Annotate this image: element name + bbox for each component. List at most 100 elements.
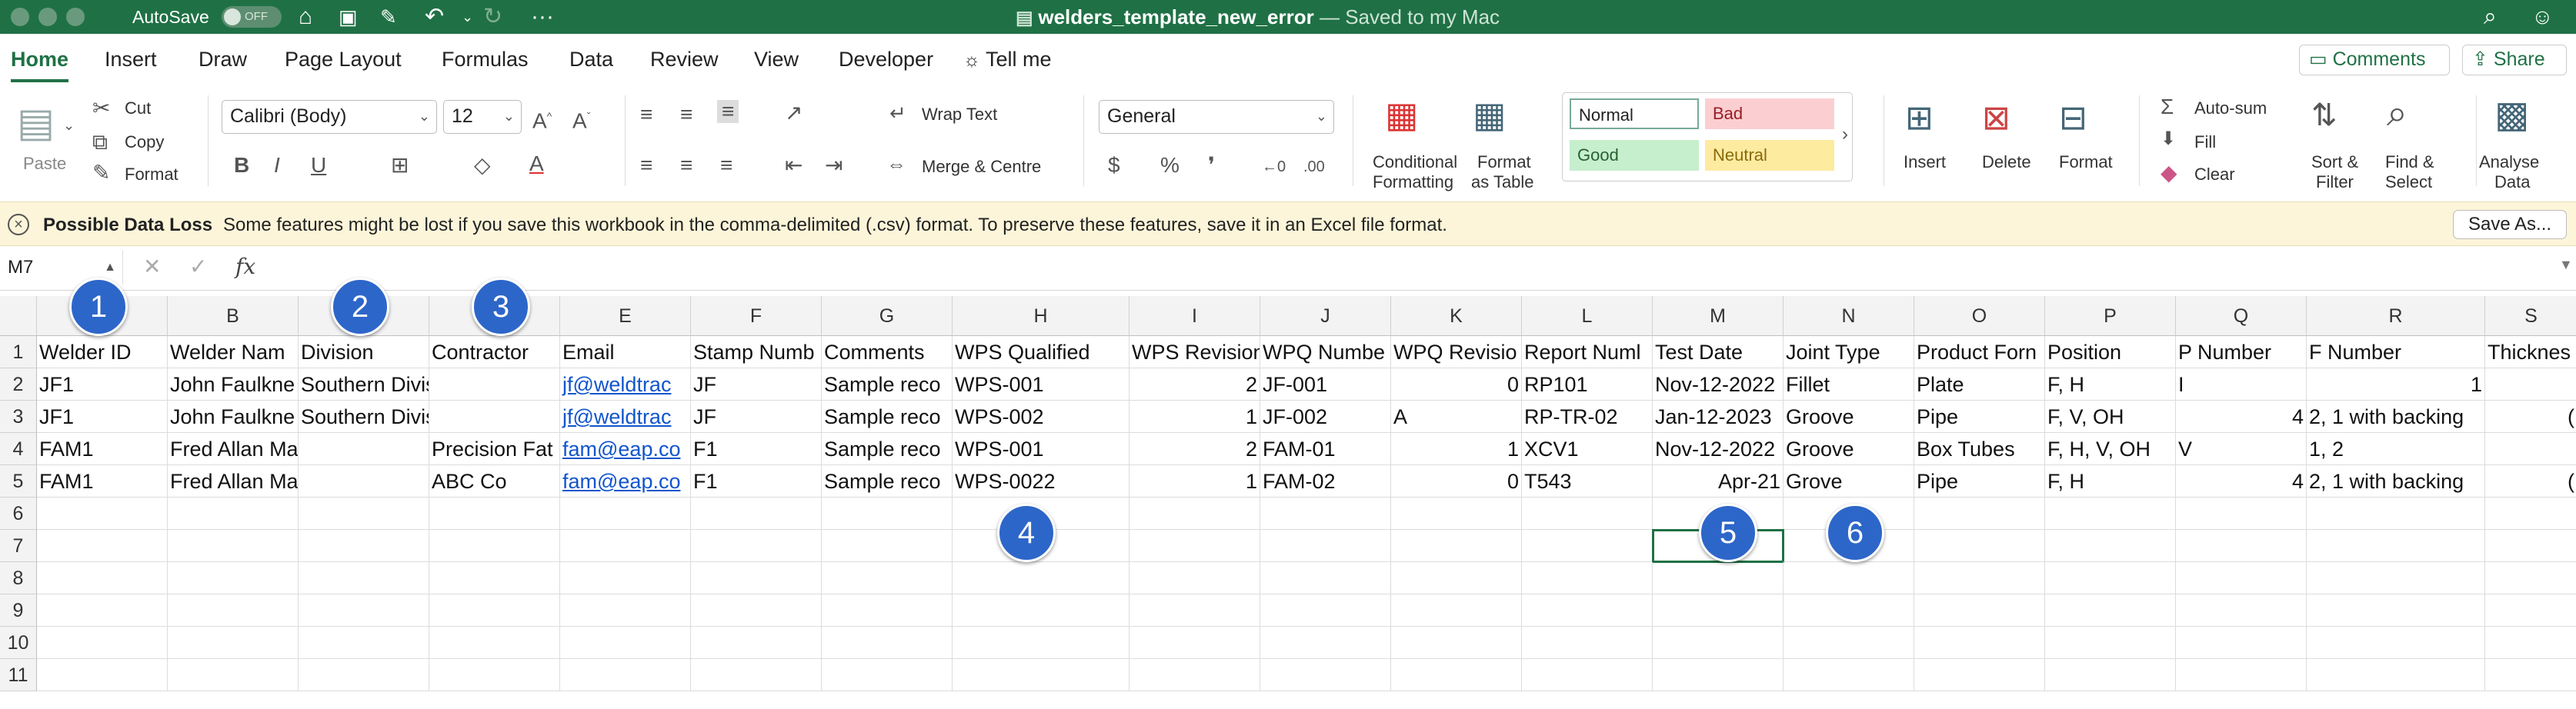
column-header-k[interactable]: K <box>1391 296 1522 336</box>
style-bad[interactable]: Bad <box>1705 98 1834 129</box>
align-right-icon[interactable]: ≡ <box>720 154 732 177</box>
cell-f7[interactable] <box>691 530 822 562</box>
cell-m10[interactable] <box>1653 627 1784 659</box>
cell-p2[interactable]: F, H <box>2045 368 2176 401</box>
row-header-9[interactable]: 9 <box>0 594 37 627</box>
home-icon[interactable]: ⌂ <box>299 2 312 32</box>
cell-q6[interactable] <box>2176 498 2307 530</box>
cell-e2[interactable]: jf@weldtrac <box>560 368 691 401</box>
cell-b8[interactable] <box>168 562 299 594</box>
cell-d2[interactable] <box>429 368 560 401</box>
column-header-g[interactable]: G <box>822 296 953 336</box>
cell-a1[interactable]: Welder ID <box>37 336 168 368</box>
cell-l10[interactable] <box>1522 627 1653 659</box>
cell-o5[interactable]: Pipe <box>1914 465 2045 498</box>
cell-j3[interactable]: JF-002 <box>1260 401 1391 433</box>
wrap-text-button[interactable]: Wrap Text <box>922 105 997 125</box>
cell-d5[interactable]: ABC Co <box>429 465 560 498</box>
cell-b2[interactable]: John Faulkne <box>168 368 299 401</box>
cell-r8[interactable] <box>2307 562 2485 594</box>
cell-a11[interactable] <box>37 659 168 691</box>
cell-n1[interactable]: Joint Type <box>1784 336 1914 368</box>
tab-insert[interactable]: Insert <box>105 48 157 72</box>
cell-j11[interactable] <box>1260 659 1391 691</box>
style-neutral[interactable]: Neutral <box>1705 140 1834 171</box>
cell-g9[interactable] <box>822 594 953 627</box>
cell-b3[interactable]: John Faulkne <box>168 401 299 433</box>
account-icon[interactable]: ☺ <box>2531 2 2554 32</box>
comments-button[interactable]: ▭ Comments <box>2299 45 2450 75</box>
decrease-indent-icon[interactable]: ⇤ <box>785 154 802 177</box>
cell-h11[interactable] <box>953 659 1130 691</box>
underline-icon[interactable]: U <box>311 154 326 177</box>
cell-i7[interactable] <box>1130 530 1260 562</box>
cell-f6[interactable] <box>691 498 822 530</box>
cell-j9[interactable] <box>1260 594 1391 627</box>
cancel-icon[interactable]: ✕ <box>143 254 161 279</box>
cell-m8[interactable] <box>1653 562 1784 594</box>
cell-s10[interactable] <box>2485 627 2576 659</box>
cell-e5[interactable]: fam@eap.co <box>560 465 691 498</box>
cell-p10[interactable] <box>2045 627 2176 659</box>
cell-d11[interactable] <box>429 659 560 691</box>
expand-formula-bar-icon[interactable]: ▼ <box>2559 257 2573 273</box>
cell-i11[interactable] <box>1130 659 1260 691</box>
select-all-corner[interactable] <box>0 296 37 336</box>
cell-r5[interactable]: 2, 1 with backing <box>2307 465 2485 498</box>
align-middle-icon[interactable]: ≡ <box>680 103 692 126</box>
cell-i5[interactable]: 1 <box>1130 465 1260 498</box>
align-left-icon[interactable]: ≡ <box>640 154 652 177</box>
cell-b11[interactable] <box>168 659 299 691</box>
cell-l7[interactable] <box>1522 530 1653 562</box>
chevron-right-icon[interactable]: › <box>1842 123 1848 146</box>
close-window-button[interactable] <box>11 8 29 26</box>
cell-j4[interactable]: FAM-01 <box>1260 433 1391 465</box>
cell-o8[interactable] <box>1914 562 2045 594</box>
cell-d4[interactable]: Precision Fat <box>429 433 560 465</box>
column-header-j[interactable]: J <box>1260 296 1391 336</box>
percent-icon[interactable]: % <box>1160 154 1180 177</box>
cell-k3[interactable]: A <box>1391 401 1522 433</box>
style-good[interactable]: Good <box>1570 140 1699 171</box>
cell-g10[interactable] <box>822 627 953 659</box>
style-normal[interactable]: Normal <box>1570 98 1699 129</box>
decrease-font-size-icon[interactable]: Aˇ <box>572 105 590 132</box>
cell-d10[interactable] <box>429 627 560 659</box>
cell-o3[interactable]: Pipe <box>1914 401 2045 433</box>
comma-style-icon[interactable]: ❜ <box>1208 154 1215 177</box>
merge-centre-button[interactable]: Merge & Centre <box>922 157 1041 177</box>
tab-data[interactable]: Data <box>569 48 613 72</box>
cell-c4[interactable] <box>299 433 429 465</box>
format-painter-button[interactable]: Format <box>125 165 179 185</box>
cell-a6[interactable] <box>37 498 168 530</box>
column-header-h[interactable]: H <box>953 296 1130 336</box>
column-header-l[interactable]: L <box>1522 296 1653 336</box>
undo-icon[interactable]: ↶ <box>425 2 444 32</box>
cell-q1[interactable]: P Number <box>2176 336 2307 368</box>
cell-c8[interactable] <box>299 562 429 594</box>
share-button[interactable]: ⇪ Share <box>2462 45 2567 75</box>
formula-input[interactable] <box>277 254 2554 285</box>
fill-color-icon[interactable]: ◇ <box>474 154 491 177</box>
column-header-q[interactable]: Q <box>2176 296 2307 336</box>
cell-a2[interactable]: JF1 <box>37 368 168 401</box>
orientation-icon[interactable]: ↗ <box>785 102 802 125</box>
cell-m3[interactable]: Jan-12-2023 <box>1653 401 1784 433</box>
autosum-button[interactable]: Auto-sum <box>2194 98 2267 118</box>
row-header-5[interactable]: 5 <box>0 465 37 498</box>
cell-p1[interactable]: Position <box>2045 336 2176 368</box>
cell-i10[interactable] <box>1130 627 1260 659</box>
column-header-n[interactable]: N <box>1784 296 1914 336</box>
more-icon[interactable]: ··· <box>531 2 554 32</box>
cell-c5[interactable] <box>299 465 429 498</box>
cell-q3[interactable]: 4 <box>2176 401 2307 433</box>
cell-k6[interactable] <box>1391 498 1522 530</box>
cell-k2[interactable]: 0 <box>1391 368 1522 401</box>
cell-f4[interactable]: F1 <box>691 433 822 465</box>
cell-r7[interactable] <box>2307 530 2485 562</box>
cell-g11[interactable] <box>822 659 953 691</box>
row-header-4[interactable]: 4 <box>0 433 37 465</box>
zoom-window-button[interactable] <box>66 8 85 26</box>
cell-h2[interactable]: WPS-001 <box>953 368 1130 401</box>
cell-h5[interactable]: WPS-0022 <box>953 465 1130 498</box>
